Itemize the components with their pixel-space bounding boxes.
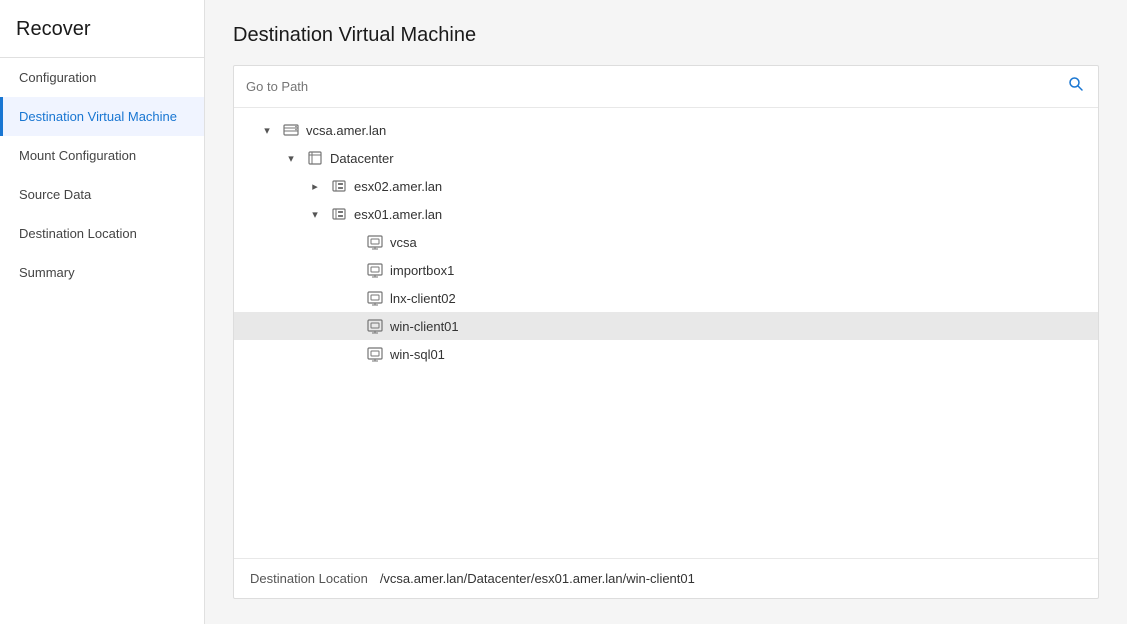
- sidebar-item-summary[interactable]: Summary: [0, 253, 204, 292]
- tree-row[interactable]: ▾ esx01.amer.lan: [234, 200, 1098, 228]
- sidebar: Recover Configuration Destination Virtua…: [0, 0, 205, 624]
- node-label-win-client01: win-client01: [390, 319, 459, 334]
- node-label-importbox1: importbox1: [390, 263, 454, 278]
- toggle-esx02[interactable]: ▸: [306, 177, 324, 195]
- tree-row-selected[interactable]: ▸ win-client01: [234, 312, 1098, 340]
- dest-location-value: /vcsa.amer.lan/Datacenter/esx01.amer.lan…: [380, 571, 695, 586]
- node-label-vcsa-vm: vcsa: [390, 235, 417, 250]
- search-bar: [234, 66, 1098, 108]
- toggle-vcsa-amer-lan[interactable]: ▾: [258, 121, 276, 139]
- host-icon: [330, 177, 348, 195]
- vm-icon: [366, 289, 384, 307]
- page-title: Destination Virtual Machine: [233, 24, 1099, 47]
- sidebar-item-destination-vm[interactable]: Destination Virtual Machine: [0, 97, 204, 136]
- search-button[interactable]: [1066, 74, 1086, 99]
- sidebar-item-configuration[interactable]: Configuration: [0, 58, 204, 97]
- host-icon: [330, 205, 348, 223]
- search-input[interactable]: [246, 79, 1058, 94]
- tree-row[interactable]: ▸ importbox1: [234, 256, 1098, 284]
- tree-row[interactable]: ▸ esx02.amer.lan: [234, 172, 1098, 200]
- tree-row[interactable]: ▸ lnx-client02: [234, 284, 1098, 312]
- tree-row[interactable]: ▾ Datacenter: [234, 144, 1098, 172]
- datacenter-icon: [306, 149, 324, 167]
- sidebar-item-source-data[interactable]: Source Data: [0, 175, 204, 214]
- toggle-datacenter[interactable]: ▾: [282, 149, 300, 167]
- toggle-esx01[interactable]: ▾: [306, 205, 324, 223]
- tree-row[interactable]: ▸ win-sql01: [234, 340, 1098, 368]
- tree-row[interactable]: ▾ vcsa.amer.lan: [234, 116, 1098, 144]
- vm-icon: [366, 345, 384, 363]
- node-label-esx01: esx01.amer.lan: [354, 207, 442, 222]
- datacenter-icon: [282, 121, 300, 139]
- node-label-lnx-client02: lnx-client02: [390, 291, 456, 306]
- vm-icon: [366, 261, 384, 279]
- node-label-vcsa: vcsa.amer.lan: [306, 123, 386, 138]
- vm-icon: [366, 317, 384, 335]
- sidebar-item-mount-configuration[interactable]: Mount Configuration: [0, 136, 204, 175]
- dest-location-label: Destination Location: [250, 571, 368, 586]
- node-label-datacenter: Datacenter: [330, 151, 394, 166]
- vm-icon: [366, 233, 384, 251]
- tree-panel: ▾ vcsa.amer.lan ▾ Datacenter ▸: [233, 65, 1099, 599]
- sidebar-item-destination-location[interactable]: Destination Location: [0, 214, 204, 253]
- tree-body: ▾ vcsa.amer.lan ▾ Datacenter ▸: [234, 108, 1098, 558]
- main-content: Destination Virtual Machine ▾ vcsa.amer.…: [205, 0, 1127, 624]
- tree-row[interactable]: ▸ vcsa: [234, 228, 1098, 256]
- node-label-win-sql01: win-sql01: [390, 347, 445, 362]
- sidebar-title: Recover: [0, 0, 204, 58]
- node-label-esx02: esx02.amer.lan: [354, 179, 442, 194]
- destination-location-bar: Destination Location /vcsa.amer.lan/Data…: [234, 558, 1098, 598]
- sidebar-nav: Configuration Destination Virtual Machin…: [0, 58, 204, 292]
